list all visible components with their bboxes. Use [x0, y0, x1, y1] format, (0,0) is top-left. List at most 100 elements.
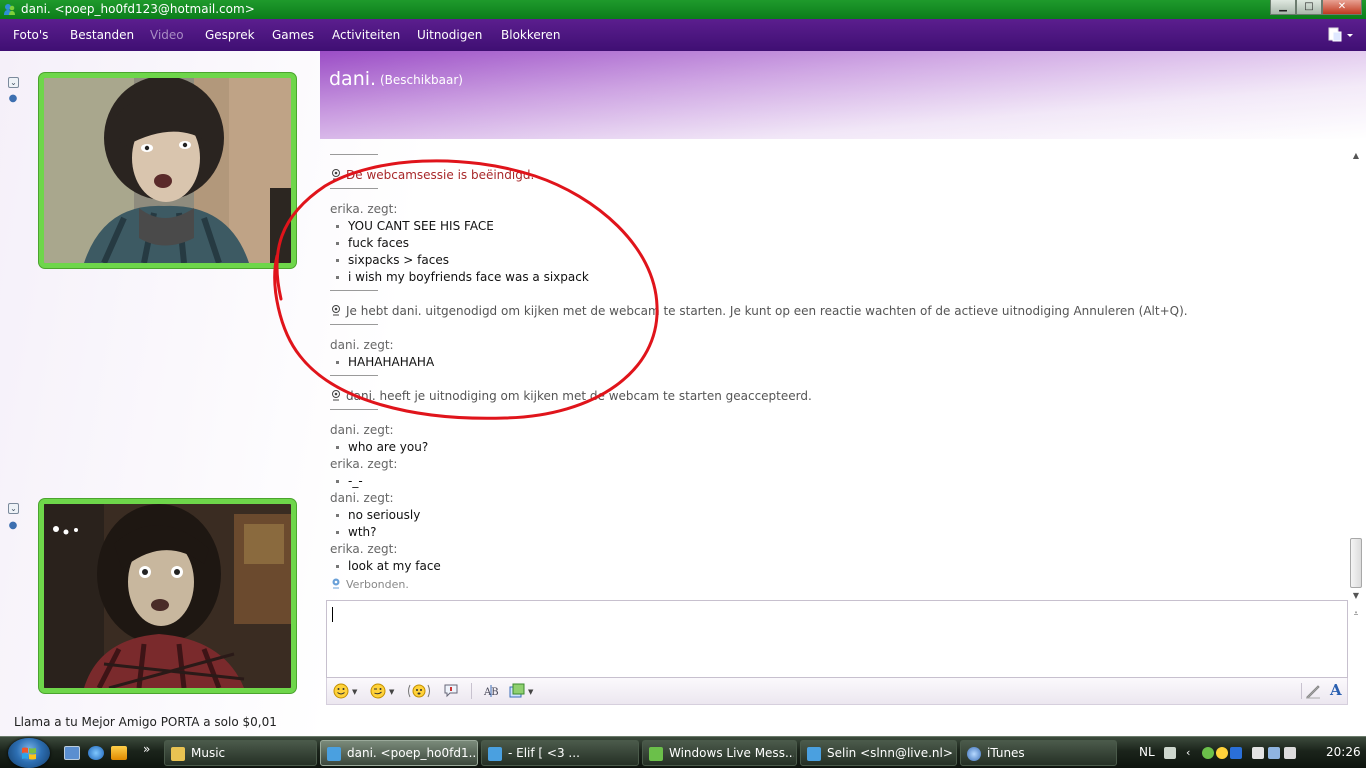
message-text: who are you? [348, 440, 429, 454]
tray-expand-icon[interactable]: ‹ [1186, 747, 1198, 759]
network-icon[interactable] [1268, 747, 1280, 759]
task-label: Selin <slnn@live.nl> [827, 746, 953, 760]
pencil-icon[interactable] [1305, 683, 1321, 699]
start-button[interactable] [8, 738, 50, 768]
language-indicator[interactable]: NL [1139, 745, 1155, 759]
nudge-icon[interactable] [407, 683, 431, 699]
font-style-icon[interactable]: A [1330, 681, 1342, 699]
font-icon[interactable]: AB [483, 683, 501, 699]
show-desktop-icon[interactable] [64, 746, 80, 760]
background-icon[interactable]: ▼ [509, 683, 533, 699]
menu-invite[interactable]: Uitnodigen [417, 28, 482, 42]
text-caret [332, 607, 333, 622]
voice-clip-icon[interactable] [443, 683, 459, 699]
collapse-contact-pane-icon[interactable]: ⌄ [8, 77, 19, 88]
advertisement-text[interactable]: Llama a tu Mejor Amigo PORTA a solo $0,0… [14, 715, 277, 729]
connection-status: Verbonden. [330, 577, 409, 591]
separator [330, 154, 378, 155]
messenger-buddy-icon [4, 4, 15, 15]
task-label: - Elif [ <3 ... [508, 746, 580, 760]
self-webcam-frame[interactable] [39, 499, 296, 693]
collapse-self-pane-icon[interactable]: ⌄ [8, 503, 19, 514]
scroll-down-icon[interactable]: ▼ [1351, 591, 1361, 601]
wink-icon[interactable]: ▼ [370, 683, 394, 699]
smiley-tray-icon[interactable] [1216, 747, 1228, 759]
bullet [336, 480, 339, 483]
tray-app-icon[interactable] [1230, 747, 1242, 759]
contact-webcam-video [44, 78, 291, 263]
scroll-up-icon[interactable]: ▲ [1351, 151, 1361, 161]
volume-icon[interactable] [1284, 747, 1296, 759]
media-player-icon[interactable] [111, 746, 127, 760]
task-label: dani. <poep_ho0fd1... [347, 746, 475, 760]
taskbar: » Music dani. <poep_ho0fd1... - Elif [ <… [0, 736, 1366, 768]
messenger-icon [488, 747, 502, 761]
menu-block[interactable]: Blokkeren [501, 28, 560, 42]
windows-logo-icon [22, 747, 36, 760]
task-label: iTunes [987, 746, 1025, 760]
message-sender: dani. zegt: [330, 491, 394, 505]
folder-icon [171, 747, 185, 761]
messenger-icon [807, 747, 821, 761]
menu-bar: Foto's Bestanden Video Gesprek Games Act… [0, 19, 1366, 51]
webcam-person-icon[interactable]: ● [8, 93, 18, 104]
menu-photos[interactable]: Foto's [13, 28, 48, 42]
self-webcam-person-icon[interactable]: ● [8, 520, 18, 531]
red-annotation-circle [273, 159, 659, 420]
task-label: Music [191, 746, 226, 760]
bullet [336, 531, 339, 534]
itunes-icon [967, 747, 981, 761]
clock[interactable]: 20:26 [1326, 745, 1361, 759]
task-conversation-elif[interactable]: - Elif [ <3 ... [481, 740, 639, 766]
message-sender: erika. zegt: [330, 542, 398, 556]
conversation-window: dani. (Beschikbaar) ⌄ ● ⌄ ● De webcamses… [0, 51, 1366, 736]
menu-video[interactable]: Video [150, 28, 184, 42]
bullet [336, 446, 339, 449]
task-conversation-dani[interactable]: dani. <poep_ho0fd1... [320, 740, 478, 766]
task-label: Windows Live Mess... [669, 746, 794, 760]
contact-status: (Beschikbaar) [380, 73, 463, 87]
message-text: no seriously [348, 508, 421, 522]
system-tray: NL ‹ 20:26 [1132, 737, 1366, 768]
task-music[interactable]: Music [164, 740, 317, 766]
menu-activities[interactable]: Activiteiten [332, 28, 400, 42]
contact-name: dani. [329, 68, 377, 90]
scroll-thumb[interactable] [1350, 538, 1362, 588]
toolbar-separator [1301, 683, 1302, 699]
message-text: wth? [348, 525, 377, 539]
messenger-tray-icon[interactable] [1202, 747, 1214, 759]
keyboard-icon[interactable] [1164, 747, 1176, 759]
maximize-button[interactable]: □ [1296, 0, 1322, 15]
contact-webcam-frame[interactable] [39, 73, 296, 268]
message-text: look at my face [348, 559, 441, 573]
window-title-bar[interactable]: dani. <poep_ho0fd123@hotmail.com> ▁ □ ✕ [0, 0, 1366, 19]
sharing-menu-icon[interactable] [1326, 26, 1356, 44]
bullet [336, 514, 339, 517]
bullet [336, 565, 339, 568]
self-webcam-video [44, 504, 291, 688]
emoticon-icon[interactable]: ▼ [333, 683, 357, 699]
battery-icon[interactable] [1252, 747, 1264, 759]
menu-files[interactable]: Bestanden [70, 28, 134, 42]
toolbar-separator [471, 683, 472, 699]
close-button[interactable]: ✕ [1322, 0, 1362, 15]
menu-conversation[interactable]: Gesprek [205, 28, 255, 42]
chat-scrollbar[interactable]: ▲ ▼ ⩡ [1349, 148, 1363, 626]
scroll-end-icon[interactable]: ⩡ [1351, 609, 1361, 619]
window-title: dani. <poep_ho0fd123@hotmail.com> [21, 2, 255, 16]
input-toolbar: ▼ ▼ AB ▼ A [326, 678, 1348, 705]
message-text: -_- [348, 474, 363, 488]
header-background [320, 51, 1366, 139]
minimize-button[interactable]: ▁ [1270, 0, 1296, 15]
menu-games[interactable]: Games [272, 28, 314, 42]
task-conversation-selin[interactable]: Selin <slnn@live.nl> [800, 740, 957, 766]
messenger-icon [649, 747, 663, 761]
task-windows-live-messenger[interactable]: Windows Live Mess... [642, 740, 797, 766]
connected-webcam-icon [332, 578, 340, 589]
message-sender: dani. zegt: [330, 423, 394, 437]
internet-explorer-icon[interactable] [88, 746, 104, 760]
quick-launch-more[interactable]: » [143, 742, 150, 756]
messenger-icon [327, 747, 341, 761]
task-itunes[interactable]: iTunes [960, 740, 1117, 766]
message-input[interactable] [326, 600, 1348, 678]
